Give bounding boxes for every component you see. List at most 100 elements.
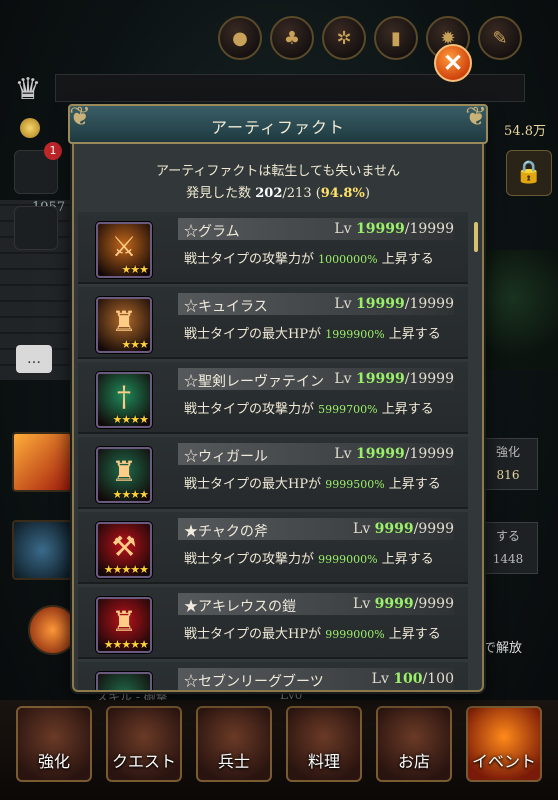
artifact-level: Lv 9999/9999	[353, 521, 454, 537]
skill-target-icon[interactable]	[12, 520, 72, 580]
top-icon-bar: ● ♣ ✲ ▮ ✹ ✎	[218, 16, 522, 60]
level-prefix: Lv	[353, 596, 375, 612]
artifact-list[interactable]: ⚔ ★★★ ☆グラム Lv 19999/19999 戦士タイプの攻撃力が 1000000…	[78, 212, 474, 690]
artifact-level: Lv 19999/19999	[334, 446, 454, 462]
desc-suffix: 上昇する	[384, 327, 441, 342]
scrollbar-thumb[interactable]	[474, 222, 478, 252]
notification-badge: 1	[44, 142, 62, 160]
level-max: /19999	[404, 296, 454, 312]
nav-label: 料理	[307, 752, 340, 771]
desc-suffix: 上昇する	[377, 252, 434, 267]
artifact-name: ★チャクの斧	[184, 524, 268, 540]
level-current: 19999	[356, 296, 405, 312]
nav-event-button[interactable]: イベント	[466, 706, 542, 782]
found-total: /213 (	[282, 186, 321, 201]
rarity-stars: ★★★★★	[103, 563, 149, 576]
artifact-row[interactable]: ⚒ ★★★★★ ★チャクの斧 Lv 9999/9999 戦士タイプの攻撃力が 99990…	[78, 512, 468, 584]
found-count: 発見した数 202/213 (94.8%)	[74, 182, 482, 201]
found-label: 発見した数	[186, 186, 256, 201]
artifact-description: 戦士タイプの攻撃力が 9999000% 上昇する	[184, 548, 434, 567]
artifact-modal: アーティファクト ❦ ❦ アーティファクトは転生しても失いません 発見した数 2…	[68, 102, 488, 692]
level-prefix: Lv	[353, 521, 375, 537]
chat-icon[interactable]: …	[16, 345, 52, 373]
artifact-description: 戦士タイプの最大HPが 1999900% 上昇する	[184, 323, 441, 342]
skill-slash-icon[interactable]	[12, 432, 72, 492]
effect-value: 9999500%	[325, 478, 385, 491]
artifact-name: ☆ウィガール	[184, 449, 268, 465]
golden-armor-icon: ♜ ★★★★★	[96, 597, 152, 653]
nav-soldier-button[interactable]: 兵士	[196, 706, 272, 782]
artifact-level: Lv 19999/19999	[334, 221, 454, 237]
nav-quest-button[interactable]: クエスト	[106, 706, 182, 782]
rarity-stars: ★★★	[121, 338, 149, 351]
gear-icon[interactable]: ✲	[322, 16, 366, 60]
artifact-row[interactable]: ♜ ★★★ ☆キュイラス Lv 19999/19999 戦士タイプの最大HPが 1999…	[78, 287, 468, 359]
artifact-description: 戦士タイプの最大HPが 9999500% 上昇する	[184, 473, 441, 492]
nav-shop-button[interactable]: お店	[376, 706, 452, 782]
book-icon[interactable]: ▮	[374, 16, 418, 60]
level-max: /19999	[404, 221, 454, 237]
ornament-icon: ❦	[465, 102, 487, 132]
player-avatar[interactable]: ♛	[8, 70, 48, 110]
level-current: 19999	[356, 221, 405, 237]
artifact-row[interactable]: ⚔ ★★★ ☆グラム Lv 19999/19999 戦士タイプの攻撃力が 1000000…	[78, 212, 468, 284]
nav-label: 兵士	[217, 752, 250, 771]
right-panel-upgrade[interactable]: 強化 816	[478, 438, 538, 490]
artifact-level: Lv 100/100	[372, 671, 454, 687]
level-prefix: Lv	[334, 296, 357, 312]
level-prefix: Lv	[334, 446, 357, 462]
artifact-row[interactable]: † ★★★★ ☆聖剣レーヴァテイン Lv 19999/19999 戦士タイプの攻撃力が …	[78, 362, 468, 434]
right-panel-action[interactable]: する 1448	[478, 522, 538, 574]
rarity-stars: ★★★★★	[103, 638, 149, 651]
gold-amount: 54.8万	[504, 124, 546, 139]
wrench-icon[interactable]: ✎	[478, 16, 522, 60]
modal-subtitle: アーティファクトは転生しても失いません	[155, 164, 400, 179]
effect-value: 5999700%	[318, 403, 378, 416]
right-panel-value: 816	[496, 468, 520, 482]
armor-icon: ♜ ★★★★	[96, 447, 152, 503]
ornament-icon: ❦	[69, 102, 91, 132]
artifact-name: ☆聖剣レーヴァテイン	[184, 374, 324, 390]
artifact-glyph: ⚔	[111, 230, 137, 263]
rarity-stars: ★★★★	[112, 413, 149, 426]
desc-suffix: 上昇する	[377, 402, 434, 417]
level-max: /100	[422, 671, 454, 687]
desc-prefix: 戦士タイプの最大HPが	[184, 627, 326, 642]
nav-label: イベント	[471, 752, 536, 771]
boots-icon	[96, 672, 152, 690]
desc-prefix: 戦士タイプの攻撃力が	[184, 252, 319, 267]
effect-value: 9999000%	[325, 628, 385, 641]
level-max: /9999	[413, 596, 454, 612]
artifact-name: ★アキレウスの鎧	[184, 599, 296, 615]
nav-label: 強化	[37, 752, 70, 771]
found-number: 202	[255, 186, 283, 201]
armor-icon: ♜ ★★★	[96, 297, 152, 353]
level-prefix: Lv	[371, 671, 394, 687]
potion-icon[interactable]: ♣	[270, 16, 314, 60]
left-slot[interactable]	[14, 206, 58, 250]
orb-icon[interactable]: ●	[218, 16, 262, 60]
artifact-name: ☆キュイラス	[184, 299, 268, 315]
artifact-row[interactable]: ♜ ★★★★ ☆ウィガール Lv 19999/19999 戦士タイプの最大HPが 999…	[78, 437, 468, 509]
desc-prefix: 戦士タイプの攻撃力が	[184, 552, 319, 567]
desc-suffix: 上昇する	[384, 477, 441, 492]
skill-fire-icon[interactable]	[28, 605, 78, 655]
level-current: 19999	[356, 371, 405, 387]
nav-upgrade-button[interactable]: 強化	[16, 706, 92, 782]
artifact-glyph: ⚒	[111, 530, 137, 563]
rarity-stars: ★★★★	[112, 488, 149, 501]
artifact-row[interactable]: ☆セブンリーグブーツ Lv 100/100	[78, 662, 468, 690]
nav-cooking-button[interactable]: 料理	[286, 706, 362, 782]
nav-label: お店	[397, 752, 430, 771]
artifact-name: ☆グラム	[184, 224, 240, 240]
desc-prefix: 戦士タイプの最大HPが	[184, 327, 326, 342]
artifact-row[interactable]: ♜ ★★★★★ ★アキレウスの鎧 Lv 9999/9999 戦士タイプの最大HPが 99…	[78, 587, 468, 659]
level-current: 19999	[356, 446, 405, 462]
level-prefix: Lv	[334, 371, 357, 387]
close-button[interactable]: ✕	[434, 44, 472, 82]
artifact-glyph: †	[117, 380, 131, 413]
lock-icon[interactable]: 🔒	[506, 150, 552, 196]
level-prefix: Lv	[334, 221, 357, 237]
modal-title: アーティファクト	[210, 118, 346, 137]
level-max: /9999	[413, 521, 454, 537]
